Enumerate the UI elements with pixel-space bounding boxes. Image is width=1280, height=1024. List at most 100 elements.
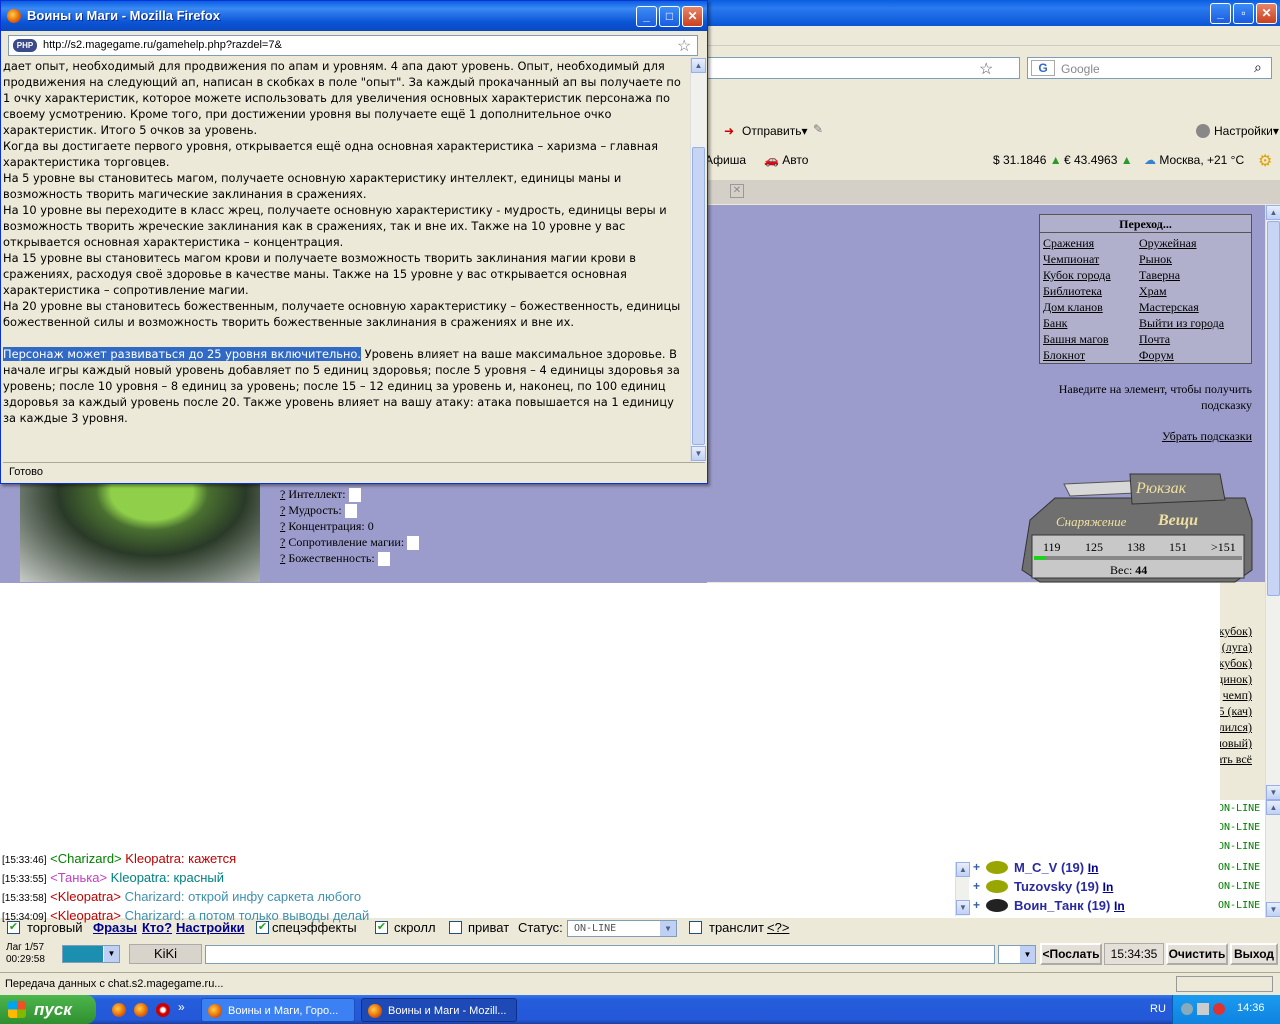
language-indicator[interactable]: RU — [1150, 1003, 1166, 1015]
nav-link[interactable]: Выйти из города — [1139, 316, 1224, 331]
scroll-up-arrow[interactable]: ▲ — [1266, 205, 1280, 220]
nav-link[interactable]: Мастерская — [1139, 300, 1199, 315]
send-message-button[interactable]: <Послать — [1040, 943, 1102, 965]
player-row[interactable]: + Tuzovsky (19) In ON-LINE — [970, 878, 1265, 896]
stat-help-link[interactable]: ? — [280, 535, 285, 549]
close-button[interactable]: ✕ — [1256, 3, 1277, 24]
scroll-thumb[interactable] — [1267, 221, 1280, 596]
send-button[interactable]: ➜ Отправить▾ — [722, 121, 822, 141]
nav-link[interactable]: Рынок — [1139, 252, 1172, 267]
online-scroll-up[interactable]: ▲ — [1266, 800, 1280, 815]
side-link[interactable]: (луга) — [1222, 640, 1252, 655]
nav-link[interactable]: Банк — [1043, 316, 1067, 331]
who-link[interactable]: Кто? — [142, 918, 172, 938]
firefox-icon[interactable] — [134, 1003, 148, 1017]
stat-help-link[interactable]: ? — [280, 519, 285, 533]
bookmark-star-icon[interactable]: ☆ — [979, 59, 993, 79]
popup-close-button[interactable]: ✕ — [682, 6, 703, 27]
eraser-icon[interactable]: ✎ — [813, 122, 823, 136]
taskbar-item-game[interactable]: Воины и Маги, Горо... — [201, 998, 355, 1022]
player-row[interactable]: + M_C_V (19) In ON-LINE — [970, 859, 1265, 877]
things-label[interactable]: Вещи — [1158, 512, 1198, 530]
network-icon[interactable] — [1197, 1003, 1209, 1015]
stat-help-link[interactable]: ? — [280, 503, 285, 517]
popup-maximize-button[interactable]: □ — [659, 6, 680, 27]
private-checkbox[interactable] — [449, 921, 462, 934]
gear-label[interactable]: Снаряжение — [1056, 514, 1126, 530]
chat-sender[interactable]: <Kleopatra> — [50, 889, 121, 904]
popup-scroll-down[interactable]: ▼ — [691, 446, 706, 461]
settings-button[interactable]: Настройки▾ — [1196, 121, 1279, 141]
popup-url-bar[interactable]: PHP http://s2.magegame.ru/gamehelp.php?r… — [8, 35, 698, 56]
minimize-button[interactable]: _ — [1210, 3, 1231, 24]
side-link[interactable]: ловый) — [1216, 736, 1252, 751]
nav-link[interactable]: Сражения — [1043, 236, 1094, 251]
nav-link[interactable]: Храм — [1139, 284, 1167, 299]
nav-link[interactable]: Оружейная — [1139, 236, 1197, 251]
gear-icon[interactable]: ⚙ — [1258, 151, 1272, 171]
nav-link[interactable]: Блокнот — [1043, 348, 1085, 363]
auto-link[interactable]: 🚗 Авто — [764, 153, 808, 167]
chevron-down-icon[interactable]: ▼ — [660, 921, 676, 936]
nick-button[interactable]: KiKi — [129, 944, 202, 964]
chat-settings-link[interactable]: Настройки — [176, 918, 245, 938]
tray-icon-3[interactable] — [1213, 1003, 1225, 1015]
color-select[interactable]: ▼ — [62, 945, 120, 963]
afisha-link[interactable]: Афиша — [705, 153, 746, 167]
phrases-link[interactable]: Фразы — [93, 918, 137, 938]
stat-help-link[interactable]: ? — [280, 551, 285, 565]
message-input[interactable] — [205, 945, 995, 964]
recipient-select[interactable]: ▼ — [998, 945, 1036, 964]
effects-checkbox[interactable]: ✔ — [256, 921, 269, 934]
player-info-link[interactable]: In — [1088, 861, 1099, 875]
popup-scroll-thumb[interactable] — [692, 147, 705, 445]
status-select[interactable]: ON-LINE ▼ — [567, 920, 677, 937]
translit-help-link[interactable]: <?> — [767, 918, 789, 938]
tray-icon-1[interactable] — [1181, 1003, 1193, 1015]
player-info-link[interactable]: In — [1103, 880, 1114, 894]
expand-icon[interactable]: + — [973, 860, 980, 874]
nav-link[interactable]: Кубок города — [1043, 268, 1111, 283]
backpack-label[interactable]: Рюкзак — [1136, 480, 1186, 498]
game-scrollbar[interactable]: ▲ ▼ — [1265, 205, 1280, 800]
players-scrollbar[interactable]: ▲ ▼ — [955, 862, 970, 916]
chat-sender[interactable]: <Танька> — [50, 870, 107, 885]
popup-scrollbar[interactable]: ▲ ▼ — [690, 58, 706, 462]
popup-title-bar[interactable]: Воины и Маги - Mozilla Firefox _ □ ✕ — [1, 1, 707, 31]
eur-rate[interactable]: € 43.4963 ▲ — [1064, 153, 1133, 167]
side-link[interactable]: кубок) — [1219, 656, 1252, 671]
hide-hints-link[interactable]: Убрать подсказки — [1100, 429, 1252, 444]
search-icon[interactable]: ⌕ — [1254, 59, 1262, 76]
chevron-down-icon[interactable]: ▼ — [1020, 946, 1035, 963]
bookmark-star-icon[interactable]: ☆ — [677, 36, 691, 56]
stat-help-link[interactable]: ? — [280, 487, 285, 501]
search-field[interactable]: G Google ⌕ — [1027, 57, 1272, 79]
expand-icon[interactable]: + — [973, 898, 980, 912]
quick-launch-icon-1[interactable] — [112, 1003, 126, 1017]
chat-sender[interactable]: <Charizard> — [50, 851, 122, 866]
chevron-right-icon[interactable]: » — [178, 1000, 185, 1014]
side-link[interactable]: 5 (кач) — [1218, 704, 1252, 719]
tab-close-icon[interactable]: ✕ — [730, 184, 744, 198]
players-scroll-up[interactable]: ▲ — [956, 862, 970, 877]
player-name[interactable]: M_C_V — [1014, 860, 1057, 875]
google-icon[interactable]: G — [1031, 60, 1055, 76]
player-name[interactable]: Воин_Танк — [1014, 898, 1084, 913]
chevron-down-icon[interactable]: ▼ — [104, 946, 119, 962]
nav-link[interactable]: Форум — [1139, 348, 1174, 363]
clear-button[interactable]: Очистить — [1166, 943, 1228, 965]
exit-button[interactable]: Выход — [1230, 943, 1278, 965]
maximize-button[interactable]: ▫ — [1233, 3, 1254, 24]
nav-link[interactable]: Дом кланов — [1043, 300, 1103, 315]
player-row[interactable]: + Воин_Танк (19) In ON-LINE — [970, 897, 1265, 915]
online-scroll-down[interactable]: ▼ — [1266, 902, 1280, 917]
weather[interactable]: ☁ Москва, +21 °C — [1144, 153, 1244, 167]
scroll-checkbox[interactable]: ✔ — [375, 921, 388, 934]
player-name[interactable]: Tuzovsky — [1014, 879, 1072, 894]
nav-link[interactable]: Библиотека — [1043, 284, 1102, 299]
nav-link[interactable]: Таверна — [1139, 268, 1180, 283]
player-info-link[interactable]: In — [1114, 899, 1125, 913]
online-scrollbar[interactable]: ▲ ▼ — [1265, 800, 1280, 918]
nav-link[interactable]: Почта — [1139, 332, 1170, 347]
side-link[interactable]: ать всё — [1217, 752, 1252, 767]
